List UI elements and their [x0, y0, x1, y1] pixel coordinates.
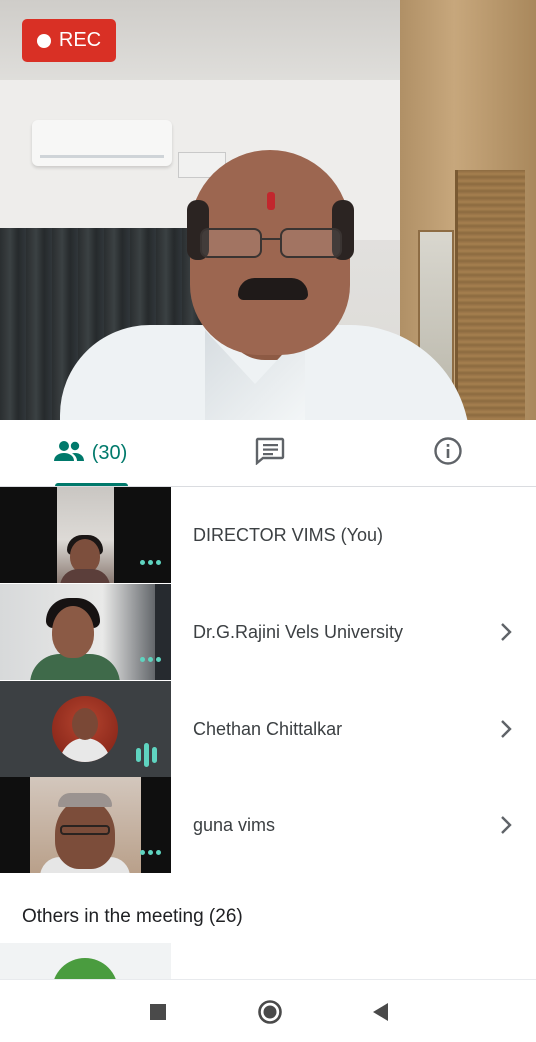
participant-video-tile[interactable]	[0, 584, 171, 680]
chat-icon	[255, 437, 285, 470]
tab-info[interactable]	[360, 420, 536, 486]
more-options-icon[interactable]	[140, 560, 161, 565]
participant-avatar-tile[interactable]	[0, 681, 171, 777]
info-icon	[433, 436, 463, 471]
active-tab-indicator	[55, 483, 128, 486]
participant-video-tile[interactable]	[0, 777, 171, 873]
record-dot-icon	[36, 33, 51, 48]
tab-chat[interactable]	[180, 420, 360, 486]
participant-name: DIRECTOR VIMS (You)	[193, 524, 384, 545]
more-options-icon[interactable]	[140, 850, 161, 855]
participant-row[interactable]: Chethan Chittalkar	[0, 681, 536, 777]
participant-video-tile[interactable]	[0, 487, 171, 583]
home-icon[interactable]	[256, 998, 284, 1026]
participant-row[interactable]: guna vims	[0, 777, 536, 873]
participant-row[interactable]: Dr.G.Rajini Vels University	[0, 584, 536, 680]
chevron-right-icon[interactable]	[494, 620, 518, 644]
tab-people[interactable]: (30)	[0, 420, 180, 486]
participant-count: (30)	[91, 441, 128, 464]
meeting-tab-bar: (30)	[0, 420, 536, 487]
recording-label: REC	[58, 29, 102, 51]
participant-name: guna vims	[193, 814, 276, 835]
chevron-right-icon[interactable]	[494, 717, 518, 741]
main-speaker-video[interactable]: REC	[0, 0, 536, 420]
system-nav-bar	[0, 979, 536, 1042]
others-heading: Others in the meeting (26)	[22, 906, 243, 927]
participant-name: Chethan Chittalkar	[193, 718, 343, 739]
speaking-indicator-icon	[136, 743, 157, 767]
others-tile[interactable]	[0, 943, 171, 979]
avatar	[52, 696, 118, 762]
recents-icon[interactable]	[144, 998, 172, 1026]
people-icon	[53, 440, 85, 467]
participant-row: DIRECTOR VIMS (You)	[0, 487, 536, 583]
avatar	[52, 958, 118, 979]
meet-screen: REC (30) DIRECTOR VIMS (You) Dr.G.Rajini…	[0, 0, 536, 1042]
participant-name: Dr.G.Rajini Vels University	[193, 621, 404, 642]
speaker-figure	[60, 150, 470, 420]
back-icon[interactable]	[366, 998, 394, 1026]
chevron-right-icon[interactable]	[494, 813, 518, 837]
more-options-icon[interactable]	[140, 657, 161, 662]
recording-badge: REC	[22, 19, 116, 62]
